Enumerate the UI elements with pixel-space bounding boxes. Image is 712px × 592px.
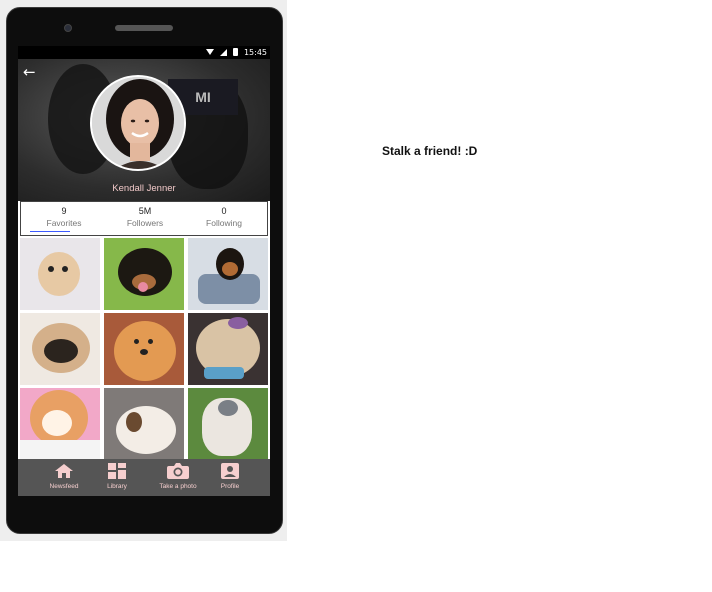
- photo-tile-4[interactable]: [20, 313, 100, 385]
- profile-icon: [221, 463, 239, 479]
- slide-caption: Stalk a friend! :D: [382, 144, 478, 158]
- tab-favorites[interactable]: 9 Favorites: [29, 206, 99, 228]
- active-tab-indicator: [30, 231, 70, 232]
- nav-newsfeed[interactable]: Newsfeed: [35, 463, 93, 490]
- profile-name: Kendall Jenner: [112, 183, 176, 194]
- wifi-icon: [206, 49, 214, 55]
- photo-tile-9[interactable]: [188, 388, 268, 460]
- photo-tile-8[interactable]: [104, 388, 184, 460]
- battery-icon: [233, 48, 238, 56]
- status-bar: 15:45: [18, 46, 270, 59]
- photo-tile-7[interactable]: [20, 388, 100, 460]
- front-camera: [64, 24, 72, 32]
- nav-profile[interactable]: Profile: [201, 463, 259, 490]
- app-screen: 15:45 MI ← Kendall Jenner 9 Favorites 5M…: [18, 46, 270, 496]
- grid-icon: [108, 463, 126, 479]
- photo-tile-6[interactable]: [188, 313, 268, 385]
- bottom-navigation: Newsfeed Library Take a photo Profile: [18, 459, 270, 496]
- nav-take-photo[interactable]: Take a photo: [149, 463, 207, 490]
- stats-bar: 9 Favorites 5M Followers 0 Following: [20, 201, 268, 236]
- back-arrow-icon[interactable]: ←: [23, 63, 36, 81]
- photo-tile-3[interactable]: [188, 238, 268, 310]
- photo-tile-5[interactable]: [104, 313, 184, 385]
- home-icon: [54, 463, 74, 479]
- profile-header: MI ← Kendall Jenner: [18, 59, 270, 201]
- photo-tile-2[interactable]: [104, 238, 184, 310]
- signal-icon: [220, 48, 227, 56]
- avatar[interactable]: [90, 75, 186, 171]
- nav-library[interactable]: Library: [88, 463, 146, 490]
- tab-followers[interactable]: 5M Followers: [110, 206, 180, 228]
- status-time: 15:45: [243, 48, 267, 57]
- avatar-photo: [92, 77, 184, 169]
- tab-following[interactable]: 0 Following: [189, 206, 259, 228]
- speaker-grille: [115, 25, 173, 31]
- photo-tile-1[interactable]: [20, 238, 100, 310]
- camera-icon: [167, 463, 189, 479]
